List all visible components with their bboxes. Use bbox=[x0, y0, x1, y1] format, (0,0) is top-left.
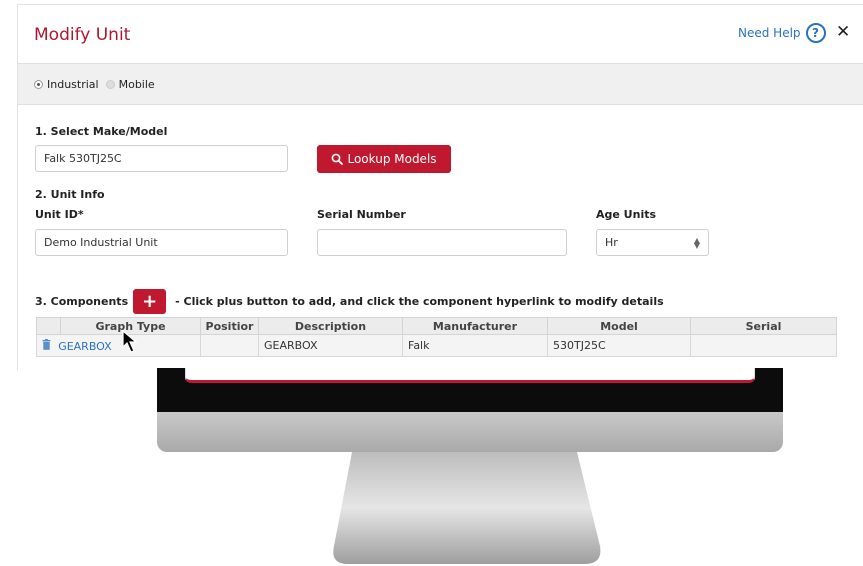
column-description[interactable]: Description bbox=[258, 317, 403, 335]
cell-serial bbox=[690, 334, 837, 357]
components-header: 3. Components + - Click plus button to a… bbox=[35, 289, 664, 314]
cell-position bbox=[200, 334, 259, 357]
unit-type-radio-group: Industrial Mobile bbox=[18, 63, 863, 105]
lookup-models-button[interactable]: Lookup Models bbox=[317, 145, 451, 173]
components-hint: - Click plus button to add, and click th… bbox=[175, 295, 664, 308]
select-make-model-heading: 1. Select Make/Model bbox=[35, 125, 168, 138]
mouse-pointer-icon bbox=[122, 330, 138, 353]
need-help-link[interactable]: Need Help ? bbox=[738, 23, 826, 43]
age-units-label: Age Units bbox=[596, 208, 657, 221]
close-icon[interactable]: ✕ bbox=[836, 22, 850, 42]
monitor-stand bbox=[333, 452, 601, 564]
monitor-chin bbox=[157, 412, 783, 452]
unit-id-label: Unit ID* bbox=[35, 208, 84, 221]
need-help-label: Need Help bbox=[738, 26, 801, 40]
serial-number-label: Serial Number bbox=[317, 208, 406, 221]
radio-mobile-label: Mobile bbox=[118, 77, 155, 91]
modify-unit-modal: Modify Unit Need Help ? ✕ Industrial Mob… bbox=[17, 4, 863, 370]
make-model-input[interactable]: Falk 530TJ25C bbox=[35, 145, 288, 172]
cell-graph-type: GEARBOX bbox=[36, 334, 201, 357]
modal-title: Modify Unit bbox=[34, 25, 131, 45]
question-circle-icon: ? bbox=[805, 23, 826, 43]
column-position[interactable]: Positior bbox=[200, 317, 259, 335]
column-manufacturer[interactable]: Manufacturer bbox=[402, 317, 548, 335]
trash-icon[interactable] bbox=[42, 338, 54, 353]
components-table: Graph Type Positior Description Manufact… bbox=[36, 317, 837, 357]
age-units-select[interactable]: Hr ▲ ▼ bbox=[596, 229, 709, 256]
cell-model: 530TJ25C bbox=[547, 334, 691, 357]
unit-id-input[interactable]: Demo Industrial Unit bbox=[35, 229, 288, 256]
cell-description: GEARBOX bbox=[258, 334, 403, 357]
age-units-value: Hr bbox=[605, 236, 618, 249]
component-link-gearbox[interactable]: GEARBOX bbox=[58, 340, 112, 353]
column-actions bbox=[36, 317, 61, 335]
components-table-header: Graph Type Positior Description Manufact… bbox=[36, 317, 837, 335]
serial-number-input[interactable] bbox=[317, 229, 567, 256]
select-arrows-icon: ▲ ▼ bbox=[693, 236, 700, 250]
column-model[interactable]: Model bbox=[547, 317, 691, 335]
search-icon bbox=[332, 153, 344, 165]
column-serial[interactable]: Serial bbox=[690, 317, 837, 335]
lookup-models-label: Lookup Models bbox=[347, 152, 437, 166]
components-heading: 3. Components bbox=[35, 295, 129, 308]
radio-mobile[interactable] bbox=[105, 79, 115, 89]
radio-industrial[interactable] bbox=[34, 79, 43, 89]
table-row: GEARBOX GEARBOX Falk 530TJ25C bbox=[36, 334, 837, 357]
unit-info-heading: 2. Unit Info bbox=[35, 188, 105, 201]
add-component-button[interactable]: + bbox=[133, 289, 167, 314]
monitor-screen-edge bbox=[185, 368, 755, 383]
cell-manufacturer: Falk bbox=[402, 334, 548, 357]
radio-industrial-label: Industrial bbox=[47, 77, 99, 91]
